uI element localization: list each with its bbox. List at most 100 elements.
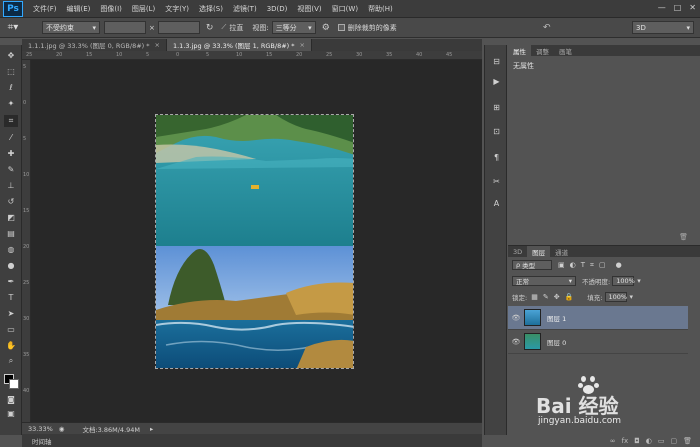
close-icon[interactable]: × xyxy=(155,41,160,49)
blur-tool-icon[interactable]: ◍ xyxy=(4,243,18,255)
tab-doc-1[interactable]: 1.1.1.jpg @ 33.3% (图层 0, RGB/8#) * × xyxy=(22,39,167,51)
width-input[interactable] xyxy=(104,21,146,34)
rotate-icon[interactable]: ↻ xyxy=(206,23,214,33)
trash-icon[interactable]: 🗑 xyxy=(683,437,692,445)
dodge-tool-icon[interactable]: ● xyxy=(4,259,18,271)
character-panel-icon[interactable]: A xyxy=(490,197,503,209)
menu-edit[interactable]: 编辑(E) xyxy=(67,4,91,14)
background-color-swatch[interactable] xyxy=(9,379,19,389)
document-image[interactable] xyxy=(155,114,354,369)
tab-doc-2[interactable]: 1.1.3.jpg @ 33.3% (图层 1, RGB/8#) * × xyxy=(166,39,312,51)
blend-mode-select[interactable]: 正常 ▾ xyxy=(512,276,576,286)
lock-position-icon[interactable]: ✥ xyxy=(554,293,560,301)
gear-icon[interactable]: ⚙ xyxy=(322,23,330,33)
lock-transparent-icon[interactable]: ▦ xyxy=(531,293,538,301)
shape-tool-icon[interactable]: ▭ xyxy=(4,323,18,335)
link-layers-icon[interactable]: ∞ xyxy=(610,437,616,445)
fill-input[interactable]: 100% xyxy=(604,292,627,302)
new-layer-icon[interactable]: ▢ xyxy=(670,437,677,445)
reset-icon[interactable]: ↶ xyxy=(543,23,551,33)
eraser-tool-icon[interactable]: ◩ xyxy=(4,211,18,223)
height-input[interactable] xyxy=(157,21,200,34)
layer-filter-select[interactable]: ρ 类型 xyxy=(512,260,552,270)
close-button[interactable]: ✕ xyxy=(689,3,696,12)
fx-icon[interactable]: fx xyxy=(622,437,629,445)
tab-properties[interactable]: 属性 xyxy=(508,45,531,56)
path-selection-tool-icon[interactable]: ➤ xyxy=(4,307,18,319)
eye-icon[interactable]: 👁 xyxy=(508,338,524,346)
eyedropper-tool-icon[interactable]: ⁄ xyxy=(4,131,18,143)
chevron-down-icon[interactable]: ▾ xyxy=(637,277,641,285)
straighten-label[interactable]: 拉直 xyxy=(229,23,243,33)
history-panel-icon[interactable]: ⊟ xyxy=(490,55,503,67)
trash-icon[interactable]: 🗑 xyxy=(679,233,688,241)
filter-pixel-icon[interactable]: ▣ xyxy=(558,261,565,269)
menu-filter[interactable]: 滤镜(T) xyxy=(233,4,257,14)
history-brush-tool-icon[interactable]: ↺ xyxy=(4,195,18,207)
healing-brush-tool-icon[interactable]: ✚ xyxy=(4,147,18,159)
minimize-button[interactable]: — xyxy=(658,3,666,12)
adjustment-layer-icon[interactable]: ◐ xyxy=(646,437,652,445)
crop-tool-preset-icon[interactable]: ⌗▾ xyxy=(0,22,26,33)
quick-mask-icon[interactable]: ◙ xyxy=(4,393,18,405)
delete-crop-checkbox[interactable] xyxy=(337,24,345,31)
tab-brush[interactable]: 画笔 xyxy=(554,45,577,56)
menu-help[interactable]: 帮助(H) xyxy=(368,4,393,14)
status-info-icon[interactable]: ◉ xyxy=(59,425,65,433)
close-icon[interactable]: × xyxy=(300,41,305,49)
filter-type-icon[interactable]: T xyxy=(581,261,585,269)
actions-panel-icon[interactable]: ▶ xyxy=(490,75,503,87)
status-arrow-icon[interactable]: ▸ xyxy=(150,425,153,433)
marquee-tool-icon[interactable]: ⬚ xyxy=(4,65,18,77)
chevron-down-icon[interactable]: ▾ xyxy=(630,293,634,301)
crop-tool-icon[interactable]: ⌗ xyxy=(4,115,18,127)
view-select[interactable]: 三等分 ▾ xyxy=(271,21,316,34)
filter-adjust-icon[interactable]: ◐ xyxy=(570,261,576,269)
lasso-tool-icon[interactable]: ℓ xyxy=(4,81,18,93)
filter-shape-icon[interactable]: ⌗ xyxy=(590,261,594,270)
timeline-panel[interactable]: 时间轴 xyxy=(22,434,482,447)
menu-image[interactable]: 图像(I) xyxy=(100,4,122,14)
menu-file[interactable]: 文件(F) xyxy=(33,4,57,14)
pen-tool-icon[interactable]: ✒ xyxy=(4,275,18,287)
zoom-tool-icon[interactable]: ⌕ xyxy=(4,355,18,367)
tools-panel-icon[interactable]: ✂ xyxy=(490,175,503,187)
lock-pixels-icon[interactable]: ✎ xyxy=(543,293,549,301)
magic-wand-tool-icon[interactable]: ✦ xyxy=(4,97,18,109)
tab-channels[interactable]: 通道 xyxy=(550,246,573,257)
type-tool-icon[interactable]: T xyxy=(4,291,18,303)
paragraph-panel-icon[interactable]: ¶ xyxy=(490,151,503,163)
clone-stamp-tool-icon[interactable]: ⊥ xyxy=(4,179,18,191)
layer-comps-icon[interactable]: ⊡ xyxy=(490,125,503,137)
workspace-select[interactable]: 3D ▾ xyxy=(632,21,694,34)
menu-type[interactable]: 文字(Y) xyxy=(165,4,189,14)
opacity-input[interactable]: 100% xyxy=(612,276,635,286)
adjust-panel-icon[interactable]: ⊞ xyxy=(490,101,503,113)
eye-icon[interactable]: 👁 xyxy=(508,314,524,322)
ratio-select[interactable]: 不受约束 ▾ xyxy=(42,21,100,34)
gradient-tool-icon[interactable]: ▤ xyxy=(4,227,18,239)
menu-select[interactable]: 选择(S) xyxy=(199,4,223,14)
tab-adjustments[interactable]: 调整 xyxy=(531,45,554,56)
screen-mode-icon[interactable]: ▣ xyxy=(4,407,18,419)
hand-tool-icon[interactable]: ✋ xyxy=(4,339,18,351)
lock-all-icon[interactable]: 🔒 xyxy=(565,293,574,301)
menu-view[interactable]: 视图(V) xyxy=(297,4,321,14)
tab-3d[interactable]: 3D xyxy=(508,246,527,257)
maximize-button[interactable]: □ xyxy=(674,3,682,12)
straighten-icon[interactable]: ⟋ xyxy=(221,23,226,32)
menu-3d[interactable]: 3D(D) xyxy=(267,5,288,13)
move-tool-icon[interactable]: ✥ xyxy=(4,49,18,61)
layer-item-1[interactable]: 👁 图层 1 xyxy=(508,306,688,330)
mask-icon[interactable]: ◘ xyxy=(634,437,640,445)
tab-layers[interactable]: 图层 xyxy=(527,246,551,257)
layer-item-0[interactable]: 👁 图层 0 xyxy=(508,330,688,354)
menu-window[interactable]: 窗口(W) xyxy=(332,4,358,14)
menu-layer[interactable]: 图层(L) xyxy=(132,4,155,14)
zoom-level[interactable]: 33.33% xyxy=(28,425,53,433)
filter-toggle-icon[interactable]: ● xyxy=(616,261,622,269)
lock-row: 锁定: ▦ ✎ ✥ 🔒 填充: 100% ▾ xyxy=(508,292,700,302)
filter-smart-icon[interactable]: ▢ xyxy=(599,261,606,269)
brush-tool-icon[interactable]: ✎ xyxy=(4,163,18,175)
group-icon[interactable]: ▭ xyxy=(658,437,665,445)
